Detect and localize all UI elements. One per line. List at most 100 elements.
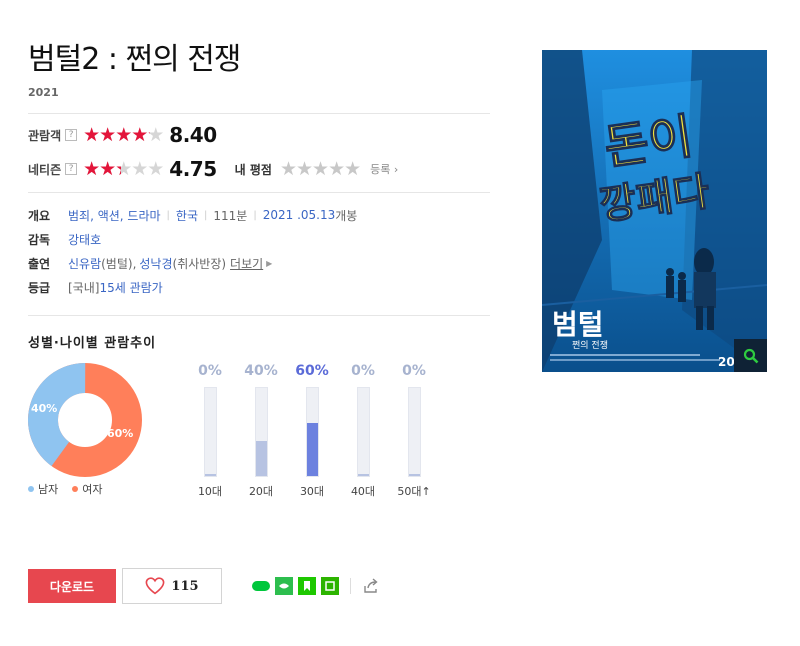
netizen-rating-label: 네티즌 [28,162,62,177]
poster-credit-number: 20 [718,355,735,369]
grade-prefix: [국내] [68,280,100,295]
divider [28,315,490,316]
actor-role: (범털), [101,256,137,271]
female-dot-icon [72,486,79,492]
age-bar-fill [357,474,369,476]
age-bar-fill [306,423,318,476]
legend-male: 남자 [28,481,58,497]
more-cast-link[interactable]: 더보기 [230,255,263,272]
divider [350,578,351,594]
share-icon[interactable] [362,577,380,595]
age-bar-2: 60% 30대 [292,363,332,499]
overview-label: 개요 [28,208,51,223]
search-icon [743,348,758,363]
age-pct-label: 40% [244,363,278,379]
age-group-label: 40대 [350,485,376,498]
movie-info-panel: 범털2 : 쩐의 전쟁 2021 관람객 ? ★★★★★ ★★★★★ 8.40 … [28,40,490,503]
age-bar-3: 0% 40대 [343,363,383,499]
movie-year: 2021 [28,86,59,99]
age-chart: 0% 10대 40% 20대 60% 30대 0% 40대 0% 50대↑ [190,363,440,503]
genre-link[interactable]: 범죄, 액션, 드라마 [68,207,161,224]
male-pct-label: 40% [31,402,57,415]
divider [28,192,490,193]
overview-row: 개요 범죄, 액션, 드라마 | 한국 | 111분 | 2021 .05.13… [28,203,490,227]
cast-row: 출연 신유람 (범털), 성낙경 (취사반장) 더보기 ▶ [28,251,490,275]
movie-title: 범털2 : 쩐의 전쟁 [28,42,241,77]
grade-label: 등급 [28,280,51,295]
age-bar-track [254,387,268,477]
grade-link[interactable]: 15세 관람가 [99,279,162,296]
age-bar-track [356,387,370,477]
actor-role: (취사반장) [172,256,227,271]
age-group-label: 30대 [299,485,325,498]
separator: | [204,209,208,221]
legend-female: 여자 [72,481,103,497]
chevron-right-icon: ▶ [266,258,273,268]
age-bar-fill [204,474,216,476]
line-share-icon[interactable] [252,581,270,591]
separator: | [253,209,257,221]
actor-link[interactable]: 신유람 [68,255,101,272]
release-suffix: 개봉 [335,208,358,223]
action-bar: 다운로드 115 [28,568,380,604]
gender-donut-chart: 40% 60% [28,363,142,477]
netizen-score: 4.75 [169,157,217,181]
age-bar-fill [255,440,267,476]
release-date-link[interactable]: 2021 .05.13 [263,208,336,222]
audience-rating-label: 관람객 [28,128,62,143]
age-bar-0: 0% 10대 [190,363,230,499]
audience-stars: ★★★★★ ★★★★★ [83,124,164,146]
like-count: 115 [171,578,199,594]
poster-logo-sub: 쩐의 전쟁 [572,340,608,351]
runtime: 111분 [213,208,248,223]
age-bar-fill [408,474,420,476]
movie-details: 개요 범죄, 액션, 드라마 | 한국 | 111분 | 2021 .05.13… [28,203,490,299]
help-icon[interactable]: ? [65,129,78,141]
divider [28,113,490,114]
age-bar-track [305,387,319,477]
band-share-icon[interactable] [275,577,293,595]
audience-trend: 40% 60% 남자 여자 0% 10대 40% 20대 60% 30대 0% 40대 0% 50… [28,363,490,503]
heart-icon [146,577,165,595]
age-group-label: 10대 [197,485,223,498]
country-link[interactable]: 한국 [176,207,198,224]
like-button[interactable]: 115 [122,568,222,604]
download-button[interactable]: 다운로드 [28,569,116,603]
help-icon[interactable]: ? [65,163,78,175]
age-bar-1: 40% 20대 [241,363,281,499]
female-pct-label: 60% [107,427,133,440]
director-label: 감독 [28,232,51,247]
cast-label: 출연 [28,256,51,271]
poster-image: 돈이 깡패다 범털 쩐의 전쟁 20 [542,50,767,372]
age-group-label: 50대↑ [397,485,431,498]
netizen-rating-row: 네티즌 ? ★★★★★ ★★★★★ 4.75 내 평점 ★★★★★ 등록 › [28,152,490,186]
netizen-stars: ★★★★★ ★★★★★ [83,158,164,180]
actor-link[interactable]: 성낙경 [139,255,172,272]
poster-zoom-button[interactable] [734,339,767,372]
separator: | [166,209,170,221]
male-dot-icon [28,486,34,492]
register-rating-link[interactable]: 등록 › [370,161,398,177]
my-rating-stars[interactable]: ★★★★★ [280,158,361,180]
age-bar-track [203,387,217,477]
trend-title: 성별·나이별 관람추이 [28,336,157,351]
age-bar-track [407,387,421,477]
audience-rating-row: 관람객 ? ★★★★★ ★★★★★ 8.40 [28,118,490,152]
age-group-label: 20대 [248,485,274,498]
gender-legend: 남자 여자 [28,481,103,497]
my-rating-label: 내 평점 [234,162,272,177]
bookmark-share-icon[interactable] [298,577,316,595]
age-pct-label: 0% [402,363,426,379]
audience-score: 8.40 [169,123,217,147]
movie-poster[interactable]: 돈이 깡패다 범털 쩐의 전쟁 20 [542,50,767,372]
age-pct-label: 60% [295,363,329,379]
director-link[interactable]: 강태호 [68,231,101,248]
poster-logo: 범털 [552,308,604,341]
grade-row: 등급 [국내] 15세 관람가 [28,275,490,299]
share-icons [252,577,380,595]
blog-share-icon[interactable] [321,577,339,595]
age-pct-label: 0% [198,363,222,379]
age-bar-4: 0% 50대↑ [394,363,434,499]
age-pct-label: 0% [351,363,375,379]
director-row: 감독 강태호 [28,227,490,251]
